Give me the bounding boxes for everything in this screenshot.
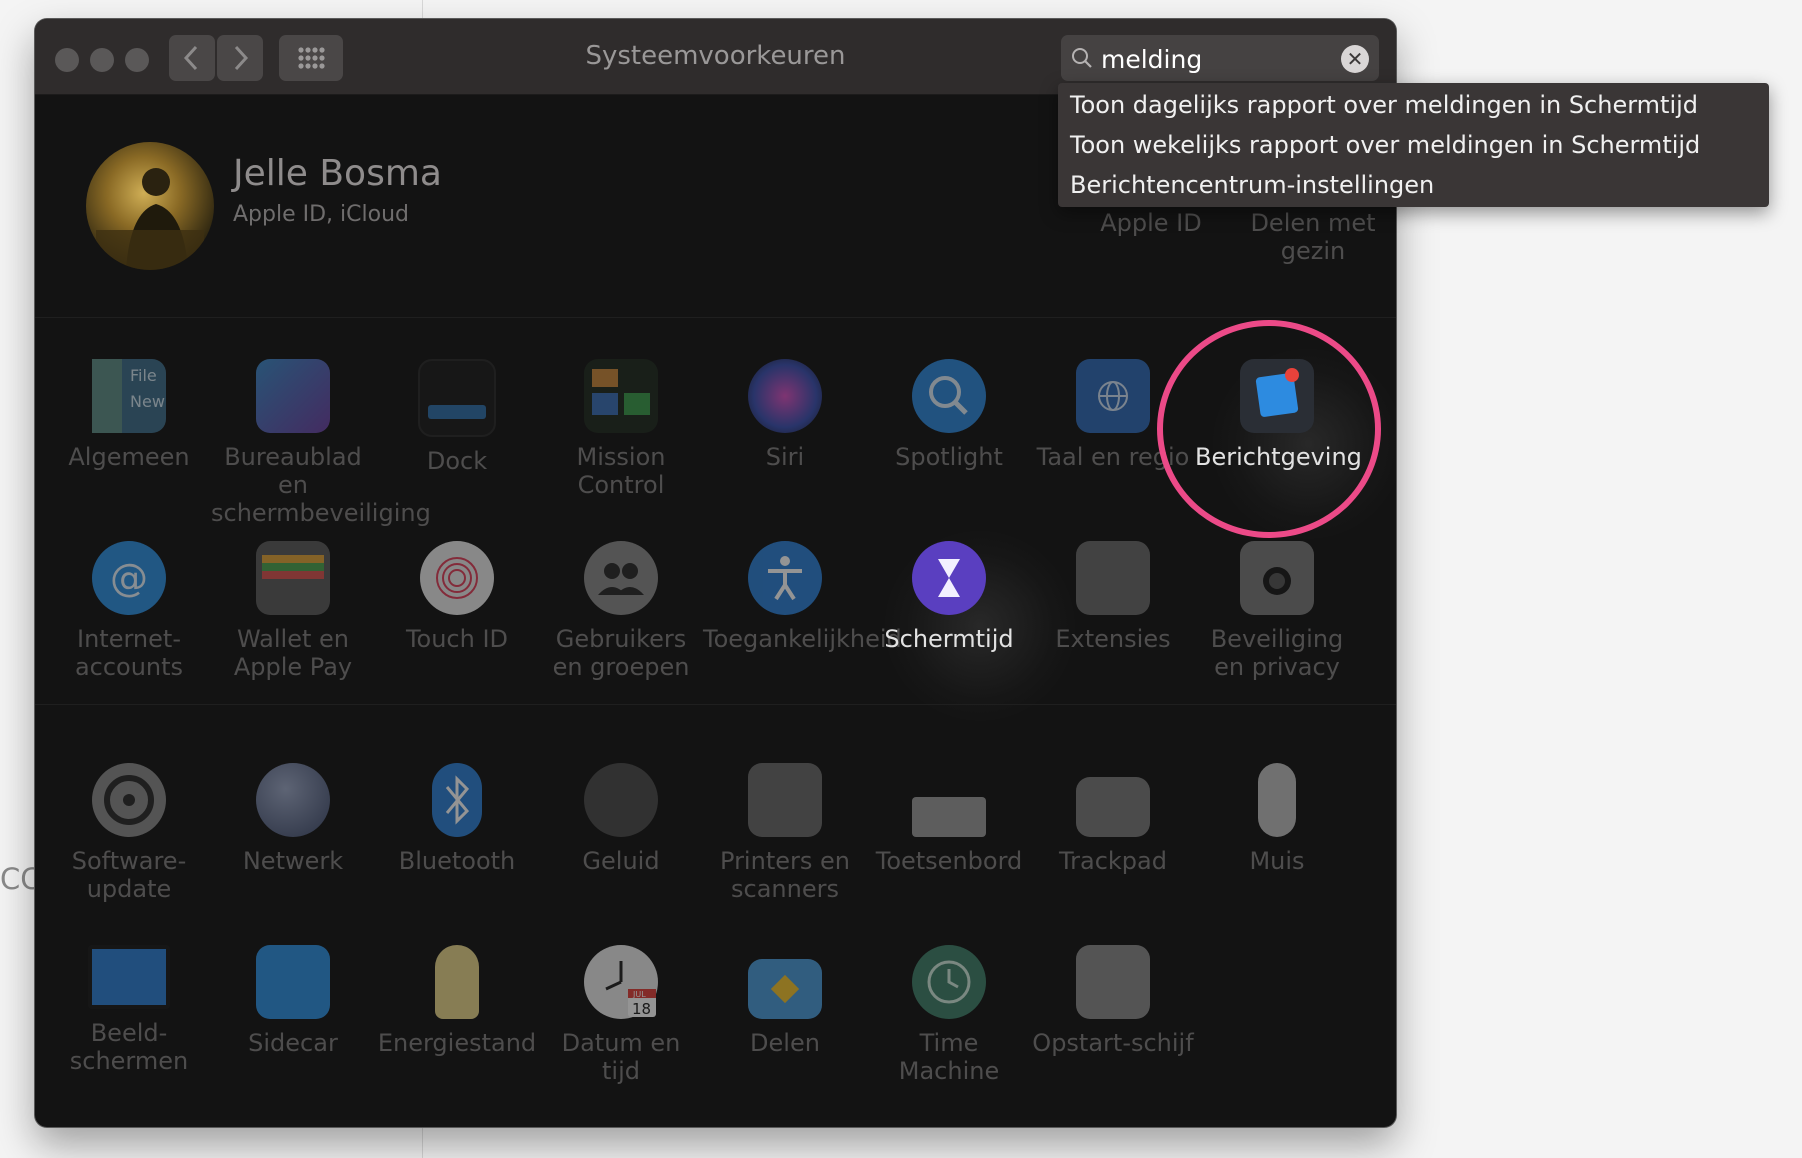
language-region-icon — [1076, 359, 1150, 433]
calendar-month: JUL — [632, 990, 646, 999]
search-input[interactable] — [1099, 41, 1333, 77]
pane-extensions[interactable]: Extensies — [1031, 541, 1195, 653]
sidecar-icon — [256, 945, 330, 1019]
internet-accounts-icon: @ — [92, 541, 166, 615]
search-icon — [1072, 48, 1092, 68]
touch-id-icon — [420, 541, 494, 615]
pane-siri[interactable]: Siri — [703, 359, 867, 471]
search-suggestion-item[interactable]: Toon dagelijks rapport over meldingen in… — [1058, 85, 1769, 125]
pane-trackpad[interactable]: Trackpad — [1031, 763, 1195, 875]
pane-general[interactable]: File New Algemeen — [47, 359, 211, 471]
time-machine-icon — [912, 945, 986, 1019]
bluetooth-icon — [432, 763, 482, 837]
date-time-icon: JUL 18 — [584, 945, 658, 1019]
wallet-icon — [256, 541, 330, 615]
security-privacy-icon — [1240, 541, 1314, 615]
search-suggestion-item[interactable]: Berichtencentrum-instellingen — [1058, 165, 1769, 205]
svg-text:@: @ — [110, 556, 148, 600]
sound-icon — [584, 763, 658, 837]
pane-touch-id[interactable]: Touch ID — [375, 541, 539, 653]
section-divider — [35, 704, 1396, 705]
dock-icon — [418, 359, 496, 437]
trackpad-icon — [1076, 777, 1150, 837]
pane-time-machine[interactable]: Time Machine — [867, 945, 1031, 1085]
profile-name: Jelle Bosma — [233, 153, 442, 194]
pane-bluetooth[interactable]: Bluetooth — [375, 763, 539, 875]
pane-mission-control[interactable]: Mission Control — [539, 359, 703, 499]
svg-text:New: New — [130, 392, 165, 411]
pane-users-groups[interactable]: Gebruikers en groepen — [539, 541, 703, 681]
pane-energy-saver[interactable]: Energiestand — [375, 945, 539, 1057]
search-field[interactable]: ✕ — [1061, 35, 1379, 81]
pane-network[interactable]: Netwerk — [211, 763, 375, 875]
software-update-icon — [92, 763, 166, 837]
accessibility-icon — [748, 541, 822, 615]
pane-desktop-screensaver[interactable]: Bureaublad en schermbeveiliging — [211, 359, 431, 527]
extensions-icon — [1076, 541, 1150, 615]
section-divider — [35, 317, 1396, 318]
person-photo-icon — [96, 168, 204, 270]
clear-search-icon[interactable]: ✕ — [1341, 45, 1369, 73]
startup-disk-icon — [1076, 945, 1150, 1019]
general-icon: File New — [92, 359, 166, 433]
pane-mouse[interactable]: Muis — [1195, 763, 1359, 875]
pane-startup-disk[interactable]: Opstart-schijf — [1031, 945, 1195, 1057]
pane-internet-accounts[interactable]: @ Internet-accounts — [47, 541, 211, 681]
pane-spotlight[interactable]: Spotlight — [867, 359, 1031, 471]
highlight-ring — [1157, 320, 1381, 538]
keyboard-icon — [912, 797, 986, 837]
pane-accessibility[interactable]: Toegankelijkheid — [703, 541, 902, 653]
search-suggestions: Toon dagelijks rapport over meldingen in… — [1058, 83, 1769, 207]
pane-wallet[interactable]: Wallet en Apple Pay — [211, 541, 375, 681]
profile-subtitle: Apple ID, iCloud — [233, 202, 409, 227]
pane-sharing[interactable]: Delen — [703, 945, 867, 1057]
siri-icon — [748, 359, 822, 433]
spotlight-icon — [912, 359, 986, 433]
pane-sound[interactable]: Geluid — [539, 763, 703, 875]
network-icon — [256, 763, 330, 837]
printers-icon — [748, 763, 822, 837]
pane-keyboard[interactable]: Toetsenbord — [867, 763, 1031, 875]
users-groups-icon — [584, 541, 658, 615]
pane-date-time[interactable]: JUL 18 Datum en tijd — [539, 945, 703, 1085]
pane-displays[interactable]: Beeld-schermen — [47, 945, 211, 1075]
energy-saver-icon — [435, 945, 479, 1019]
pane-screen-time[interactable]: Schermtijd — [867, 541, 1031, 653]
mission-control-icon — [584, 359, 658, 433]
displays-icon — [88, 945, 170, 1009]
pane-sidecar[interactable]: Sidecar — [211, 945, 375, 1057]
pane-software-update[interactable]: Software-update — [47, 763, 211, 903]
pane-security-privacy[interactable]: Beveiliging en privacy — [1195, 541, 1359, 681]
calendar-day: 18 — [632, 1000, 651, 1018]
pane-printers-scanners[interactable]: Printers en scanners — [703, 763, 867, 903]
pane-dock[interactable]: Dock — [375, 359, 539, 475]
svg-text:File: File — [130, 366, 157, 385]
avatar[interactable] — [86, 142, 214, 270]
sharing-icon — [748, 959, 822, 1019]
mouse-icon — [1258, 763, 1296, 837]
search-suggestion-item[interactable]: Toon wekelijks rapport over meldingen in… — [1058, 125, 1769, 165]
screen-time-icon — [912, 541, 986, 615]
desktop-icon — [256, 359, 330, 433]
